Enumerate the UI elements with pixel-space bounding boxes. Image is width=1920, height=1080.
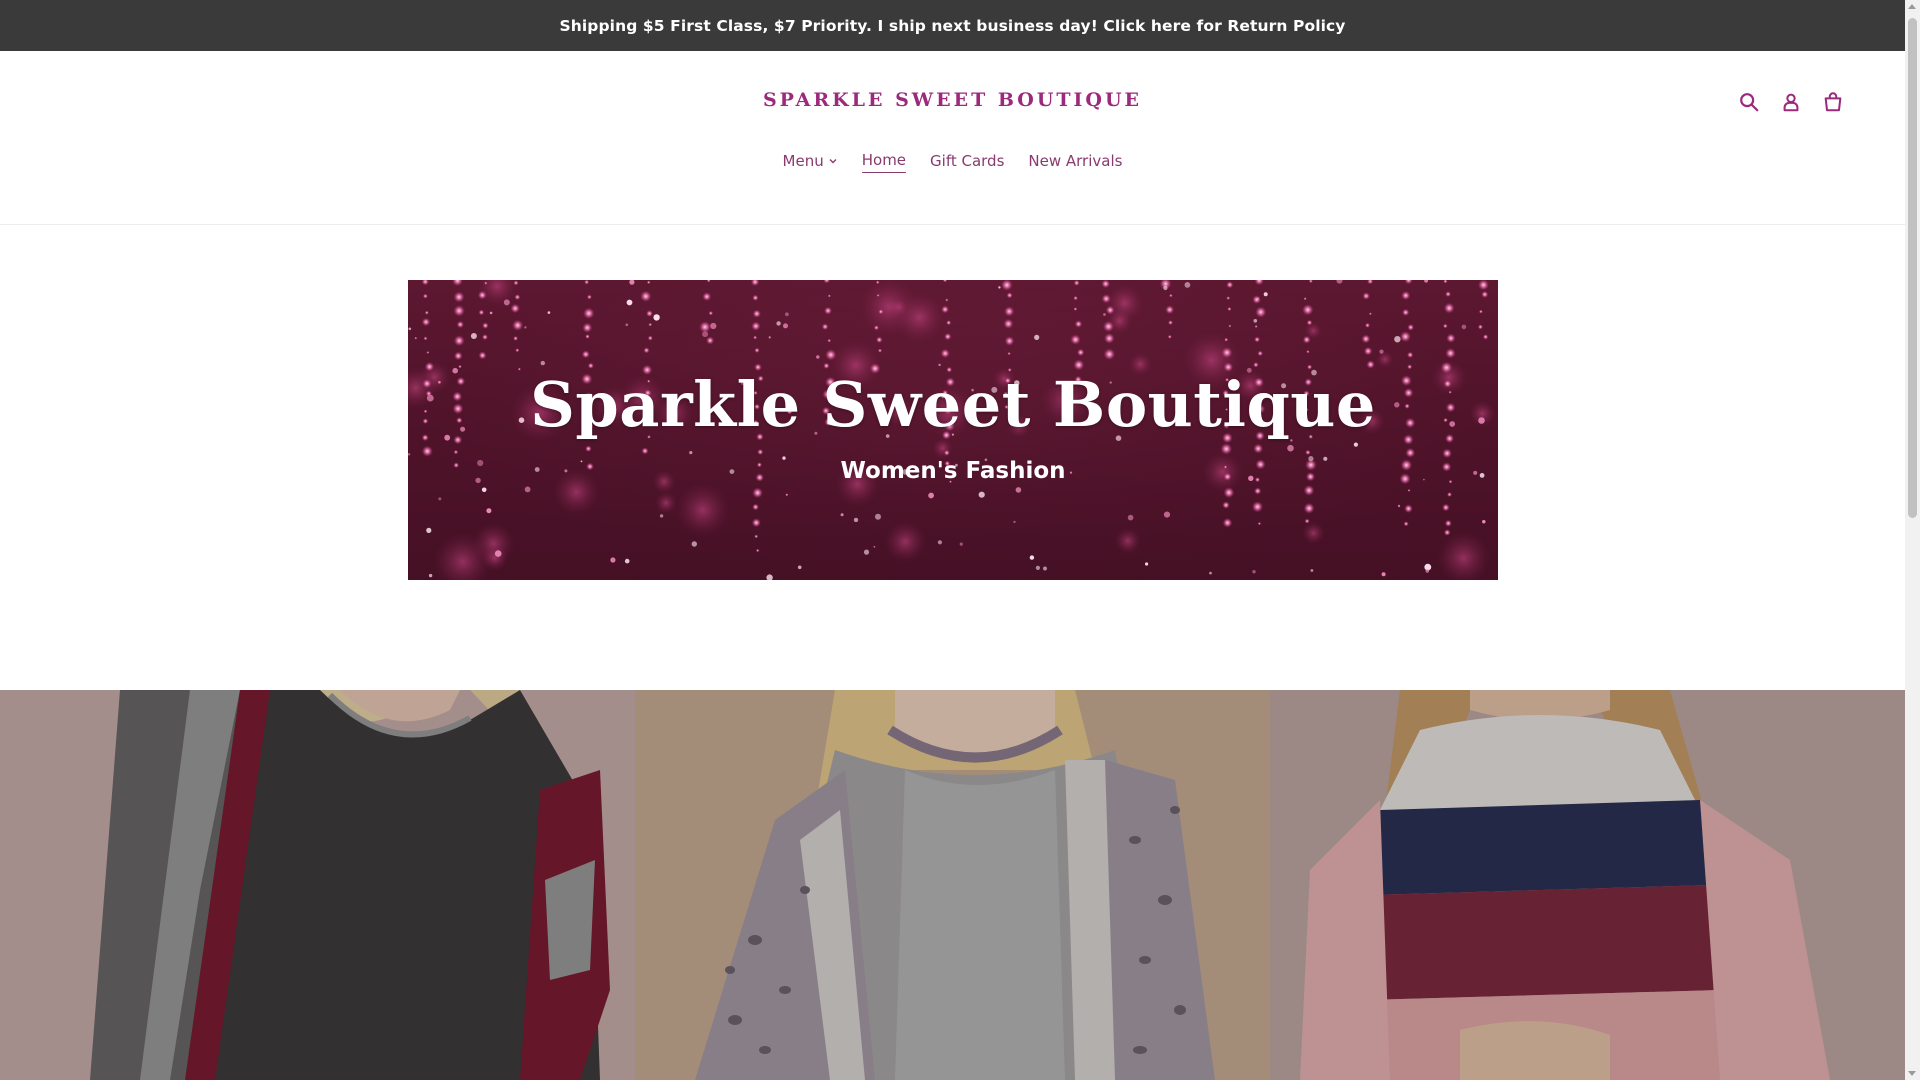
account-icon[interactable] [1780,91,1802,113]
page: Shipping $5 First Class, $7 Priority. I … [0,0,1905,1080]
collage-tile-1[interactable] [0,690,635,1080]
search-icon[interactable] [1738,91,1760,113]
scroll-thumb[interactable] [1908,18,1917,518]
collage-tile-3[interactable] [1270,690,1905,1080]
nav-item-menu[interactable]: Menu [783,151,838,173]
main-nav: Menu Home Gift Cards New Arrivals [0,151,1905,173]
nav-item-label: Menu [782,151,824,170]
cart-icon[interactable] [1822,91,1844,113]
hero-banner: Sparkle Sweet Boutique Women's Fashion [408,280,1498,580]
announcement-text[interactable]: Shipping $5 First Class, $7 Priority. I … [559,17,1345,35]
site-header: SPARKLE SWEET BOUTIQUE Menu Home Gift Ca… [0,51,1905,225]
hero-title: Sparkle Sweet Boutique [530,368,1376,441]
nav-item-label: Gift Cards [930,151,1005,170]
nav-item-label: Home [861,151,907,169]
nav-item-gift-cards[interactable]: Gift Cards [930,151,1004,173]
logo-link[interactable]: SPARKLE SWEET BOUTIQUE [763,89,1142,111]
hero-subtitle: Women's Fashion [840,458,1066,484]
tile-overlay [0,690,635,1080]
chevron-down-icon [829,158,837,163]
header-icons [1738,91,1844,113]
site-logo[interactable]: SPARKLE SWEET BOUTIQUE [0,89,1905,111]
tile-overlay [635,690,1270,1080]
scroll-up-arrow-icon[interactable] [1908,4,1916,9]
announcement-bar[interactable]: Shipping $5 First Class, $7 Priority. I … [0,0,1905,51]
page-scrollbar[interactable] [1905,0,1920,1080]
nav-item-new-arrivals[interactable]: New Arrivals [1028,151,1122,173]
nav-item-home[interactable]: Home [861,151,907,173]
product-collage [0,690,1905,1080]
collage-tile-2[interactable] [635,690,1270,1080]
tile-overlay [1270,690,1905,1080]
scroll-down-arrow-icon[interactable] [1908,1071,1916,1076]
nav-item-label: New Arrivals [1028,151,1123,170]
